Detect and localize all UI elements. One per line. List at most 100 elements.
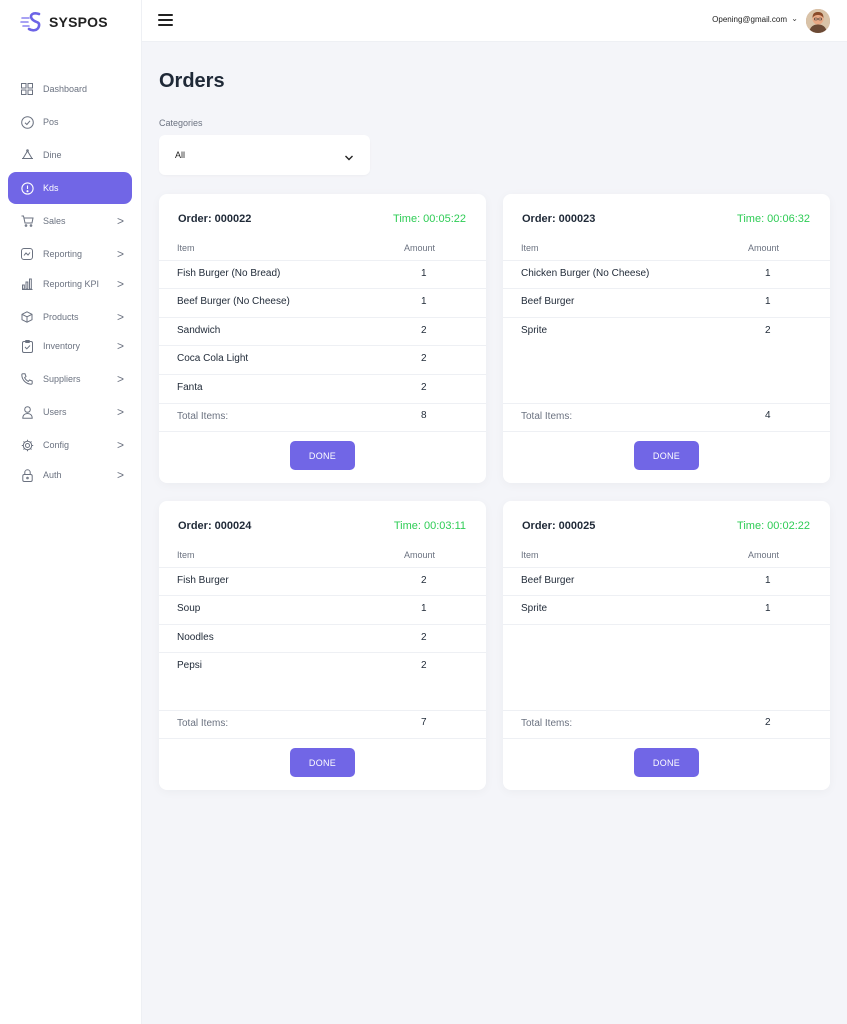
chevron-down-icon: [344, 150, 354, 161]
sidebar-item-label: Inventory: [43, 341, 81, 351]
item-amount: 2: [765, 325, 771, 336]
order-number: Order: 000024: [178, 520, 252, 532]
sidebar-item-label: Reporting KPI: [43, 279, 100, 289]
column-header-amount: Amount: [748, 243, 780, 253]
sidebar-item-label: Dashboard: [43, 84, 88, 94]
sidebar-item-label: Reporting: [43, 249, 83, 259]
item-amount: 2: [421, 382, 427, 393]
total-items-label: Total Items:: [177, 411, 229, 422]
total-items-label: Total Items:: [521, 718, 573, 729]
sidebar-item-suppliers[interactable]: Suppliers >: [8, 363, 132, 395]
item-name: Coca Cola Light: [177, 353, 249, 364]
column-header-item: Item: [177, 550, 195, 560]
order-card: Order: 000022 Time: 00:05:22 Item Amount…: [159, 194, 486, 483]
sidebar-item-label: Suppliers: [43, 374, 81, 384]
order-time: Time: 00:05:22: [393, 213, 466, 225]
item-amount: 1: [421, 296, 427, 307]
order-time: Time: 00:03:11: [393, 520, 466, 532]
brand[interactable]: SYSPOS: [20, 10, 108, 34]
item-name: Sandwich: [177, 325, 221, 336]
sidebar-item-sales[interactable]: Sales >: [8, 205, 132, 237]
categories-label: Categories: [159, 118, 203, 128]
check-circle-icon: [20, 115, 34, 129]
item-amount: 2: [421, 325, 427, 336]
item-amount: 1: [765, 296, 771, 307]
table-row: Noodles 2: [159, 625, 486, 653]
item-amount: 1: [765, 268, 771, 279]
table-row: Fanta 2: [159, 375, 486, 403]
sidebar-item-pos[interactable]: Pos: [8, 106, 132, 138]
order-card: Order: 000025 Time: 00:02:22 Item Amount…: [503, 501, 830, 790]
item-name: Beef Burger: [521, 296, 575, 307]
chevron-right-icon: >: [116, 372, 124, 386]
item-amount: 1: [765, 603, 771, 614]
sidebar-item-products[interactable]: Products >: [8, 301, 132, 333]
sidebar-item-kds[interactable]: Kds: [8, 172, 132, 204]
order-card: Order: 000024 Time: 00:03:11 Item Amount…: [159, 501, 486, 790]
sidebar-item-reporting[interactable]: Reporting >: [8, 238, 132, 270]
table-row: Beef Burger (No Cheese) 1: [159, 289, 486, 318]
sidebar-item-auth[interactable]: Auth >: [8, 459, 132, 491]
item-name: Sprite: [521, 603, 548, 614]
menu-icon[interactable]: [158, 14, 173, 26]
table-row: Soup 1: [159, 596, 486, 625]
order-number: Order: 000023: [522, 213, 596, 225]
item-amount: 2: [421, 353, 427, 364]
item-name: Pepsi: [177, 660, 203, 671]
gear-icon: [20, 438, 34, 452]
sidebar-item-label: Config: [43, 440, 70, 450]
sidebar-item-dashboard[interactable]: Dashboard: [8, 73, 132, 105]
avatar[interactable]: [806, 9, 830, 33]
cloche-icon: [20, 148, 34, 162]
done-button[interactable]: DONE: [290, 748, 355, 777]
order-card-header: Order: 000023 Time: 00:06:32: [503, 194, 830, 244]
order-time: Time: 00:02:22: [737, 520, 810, 532]
chevron-right-icon: >: [116, 438, 124, 452]
item-name: Chicken Burger (No Cheese): [521, 268, 650, 279]
total-items-label: Total Items:: [177, 718, 229, 729]
item-amount: 1: [421, 603, 427, 614]
sidebar-item-inventory[interactable]: Inventory >: [8, 330, 132, 362]
order-card: Order: 000023 Time: 00:06:32 Item Amount…: [503, 194, 830, 483]
total-items-value: 7: [421, 717, 427, 728]
item-amount: 1: [421, 268, 427, 279]
column-header-item: Item: [521, 243, 539, 253]
sidebar-item-dine[interactable]: Dine: [8, 139, 132, 171]
sidebar-item-label: Sales: [43, 216, 66, 226]
item-name: Soup: [177, 603, 201, 614]
grid-icon: [20, 82, 34, 96]
total-items-row: Total Items: 4: [503, 403, 830, 432]
item-amount: 2: [421, 632, 427, 643]
done-button[interactable]: DONE: [634, 748, 699, 777]
categories-select[interactable]: All: [159, 135, 370, 175]
item-name: Sprite: [521, 325, 548, 336]
table-row: Fish Burger 2: [159, 568, 486, 596]
item-name: Noodles: [177, 632, 214, 643]
chart-square-icon: [20, 247, 34, 261]
done-button[interactable]: DONE: [290, 441, 355, 470]
order-number: Order: 000022: [178, 213, 252, 225]
column-header-amount: Amount: [404, 550, 436, 560]
order-card-header: Order: 000024 Time: 00:03:11: [159, 501, 486, 551]
top-bar: Opening@gmail.com ⌄: [142, 0, 847, 42]
sidebar: SYSPOS Dashboard Pos Dine Kds Sales > Re…: [0, 0, 142, 1024]
table-row: Beef Burger 1: [503, 568, 830, 596]
column-header-item: Item: [521, 550, 539, 560]
done-button[interactable]: DONE: [634, 441, 699, 470]
table-row: Sprite 1: [503, 596, 830, 625]
sidebar-item-reporting-kpi[interactable]: Reporting KPI >: [8, 268, 132, 300]
total-items-row: Total Items: 8: [159, 403, 486, 432]
sidebar-item-label: Kds: [43, 183, 59, 193]
user-email[interactable]: Opening@gmail.com: [712, 15, 787, 24]
order-number: Order: 000025: [522, 520, 596, 532]
sidebar-item-label: Users: [43, 407, 67, 417]
item-name: Beef Burger (No Cheese): [177, 296, 290, 307]
sidebar-item-users[interactable]: Users >: [8, 396, 132, 428]
order-card-header: Order: 000025 Time: 00:02:22: [503, 501, 830, 551]
categories-selected-value: All: [175, 150, 186, 160]
table-header: Item Amount: [159, 546, 486, 568]
user-icon: [20, 405, 34, 419]
sidebar-item-config[interactable]: Config >: [8, 429, 132, 461]
sidebar-item-label: Products: [43, 312, 79, 322]
chevron-down-icon[interactable]: ⌄: [791, 14, 798, 23]
